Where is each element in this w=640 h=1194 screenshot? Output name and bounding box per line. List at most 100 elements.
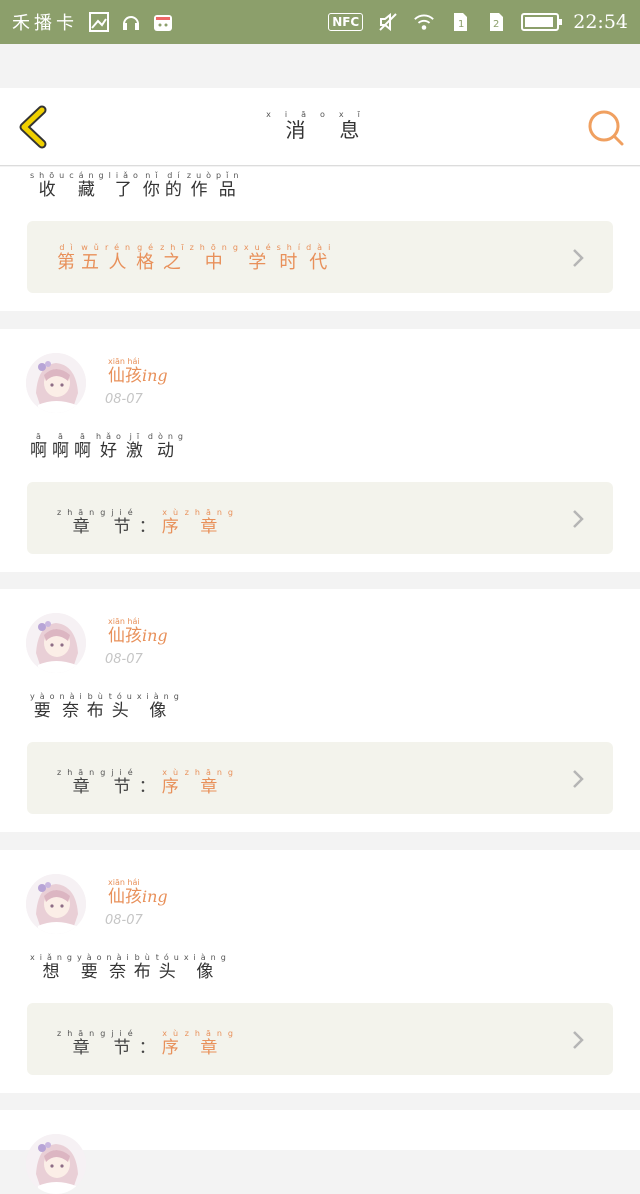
char: ： xyxy=(138,777,162,797)
user-name-suffix: ing xyxy=(142,626,168,645)
user-name[interactable]: 仙xiān孩háiing xyxy=(108,878,168,907)
char: 奈nài xyxy=(106,953,134,982)
search-icon[interactable] xyxy=(586,108,626,148)
char: 布bù xyxy=(133,953,156,982)
headset-icon xyxy=(123,16,139,30)
chapter-info: 章zhāng节jié：序xù章zhāng xyxy=(57,768,239,797)
svg-text:1: 1 xyxy=(458,19,464,30)
chapter-link[interactable]: 章zhāng节jié：序xù章zhāng xyxy=(27,742,613,814)
comment-card: 仙xiān孩háiing 08-07 要yào奈nài布bù头tóu像xiàng 章z… xyxy=(0,589,640,832)
char: 代dài xyxy=(306,243,337,273)
image-icon xyxy=(89,12,109,32)
comment-date: 08-07 xyxy=(105,652,143,667)
work-link[interactable]: 第dì五wǔ人rén格gé之zhī中zhōng学xué时shí代dài xyxy=(27,221,613,293)
nfc-badge: NFC xyxy=(328,13,364,31)
clock: 22:54 xyxy=(573,11,628,33)
char: 章zhāng xyxy=(184,768,240,797)
chapter-info: 章zhāng节jié：序xù章zhāng xyxy=(57,1029,239,1058)
char: 消xiāo xyxy=(266,110,339,142)
char: 好hǎo xyxy=(96,432,126,461)
message-card: 收shōu藏cáng了liǎo你nǐ的dí作zuò品pǐn 第dì五wǔ人rén… xyxy=(0,167,640,311)
char: 啊ā xyxy=(52,432,74,461)
sim1-icon: 1 xyxy=(454,13,468,31)
status-bar: 禾播卡 NFC 1 2 22:54 xyxy=(0,0,640,44)
char: 孩hái xyxy=(125,617,142,646)
user-name[interactable]: 仙xiān孩háiing xyxy=(108,617,168,646)
char: ： xyxy=(138,517,162,537)
char: 人rén xyxy=(105,243,137,273)
page-title: 消xiāo息xī xyxy=(0,110,640,143)
char: 要yào xyxy=(77,953,107,982)
char: 布bù xyxy=(86,692,109,721)
chevron-right-icon xyxy=(573,1031,584,1049)
char: 奈nài xyxy=(59,692,87,721)
chevron-right-icon xyxy=(573,770,584,788)
char: 孩hái xyxy=(125,878,142,907)
char: 序xù xyxy=(161,1029,185,1058)
char: 品pǐn xyxy=(216,171,244,200)
char: 章zhāng xyxy=(57,508,112,537)
char: 仙xiān xyxy=(108,878,125,907)
char: 要yào xyxy=(30,692,60,721)
char: 序xù xyxy=(161,508,185,537)
char: 节jié xyxy=(111,508,139,537)
char: 格gé xyxy=(136,243,161,273)
app-store-icon xyxy=(154,15,172,31)
char: 的dí xyxy=(164,171,187,200)
chapter-link[interactable]: 章zhāng节jié：序xù章zhāng xyxy=(27,482,613,554)
avatar[interactable] xyxy=(26,1134,86,1194)
char: 第dì xyxy=(57,243,81,273)
char: 节jié xyxy=(111,768,139,797)
comment-card: 仙xiān孩háiing 08-07 想xiǎng要yào奈nài布bù头tóu像x… xyxy=(0,850,640,1093)
char: 中zhōng xyxy=(189,243,244,273)
comment-text: 要yào奈nài布bù头tóu像xiàng xyxy=(30,692,184,721)
comment-text: 想xiǎng要yào奈nài布bù头tóu像xiàng xyxy=(30,953,231,982)
chapter-info: 章zhāng节jié：序xù章zhāng xyxy=(57,508,239,537)
char: 了liǎo xyxy=(108,171,143,200)
char: 像xiàng xyxy=(183,953,231,982)
chapter-link[interactable]: 章zhāng节jié：序xù章zhāng xyxy=(27,1003,613,1075)
char: 动dòng xyxy=(147,432,188,461)
message-card xyxy=(0,1110,640,1194)
avatar[interactable] xyxy=(26,613,86,673)
char: 想xiǎng xyxy=(30,953,78,982)
char: 章zhāng xyxy=(184,508,240,537)
avatar[interactable] xyxy=(26,874,86,934)
char: 收shōu xyxy=(30,171,70,200)
char: 序xù xyxy=(161,768,185,797)
chevron-right-icon xyxy=(573,249,584,267)
app-header: 消xiāo息xī xyxy=(0,88,640,166)
char: 藏cáng xyxy=(69,171,109,200)
user-name-suffix: ing xyxy=(142,887,168,906)
char: 五wǔ xyxy=(81,243,105,273)
char: 章zhāng xyxy=(184,1029,240,1058)
user-name-suffix: ing xyxy=(142,366,168,385)
char: 仙xiān xyxy=(108,357,125,386)
char: 你nǐ xyxy=(142,171,165,200)
char: 啊ā xyxy=(30,432,52,461)
char: 头tóu xyxy=(108,692,137,721)
char: 时shí xyxy=(276,243,307,273)
chevron-right-icon xyxy=(573,510,584,528)
avatar[interactable] xyxy=(26,353,86,413)
char: 头tóu xyxy=(155,953,184,982)
status-left: 禾播卡 xyxy=(12,9,174,35)
char: 作zuò xyxy=(186,171,217,200)
battery-icon xyxy=(521,13,563,31)
user-name[interactable]: 仙xiān孩háiing xyxy=(108,357,168,386)
comment-date: 08-07 xyxy=(105,392,143,407)
carrier-text: 禾播卡 xyxy=(12,13,78,34)
comment-text: 啊ā啊ā啊ā好hǎo激jī动dòng xyxy=(30,432,188,461)
comment-date: 08-07 xyxy=(105,913,143,928)
char: 像xiàng xyxy=(136,692,184,721)
char: 息xī xyxy=(338,110,374,142)
char: 啊ā xyxy=(74,432,96,461)
wifi-icon xyxy=(414,14,435,30)
status-right: NFC 1 2 22:54 xyxy=(328,11,628,33)
sim2-icon: 2 xyxy=(490,13,504,31)
char: ： xyxy=(138,1038,162,1058)
char: 节jié xyxy=(111,1029,139,1058)
svg-text:2: 2 xyxy=(493,19,499,30)
mute-icon xyxy=(379,12,397,32)
work-title: 第dì五wǔ人rén格gé之zhī中zhōng学xué时shí代dài xyxy=(57,243,336,274)
